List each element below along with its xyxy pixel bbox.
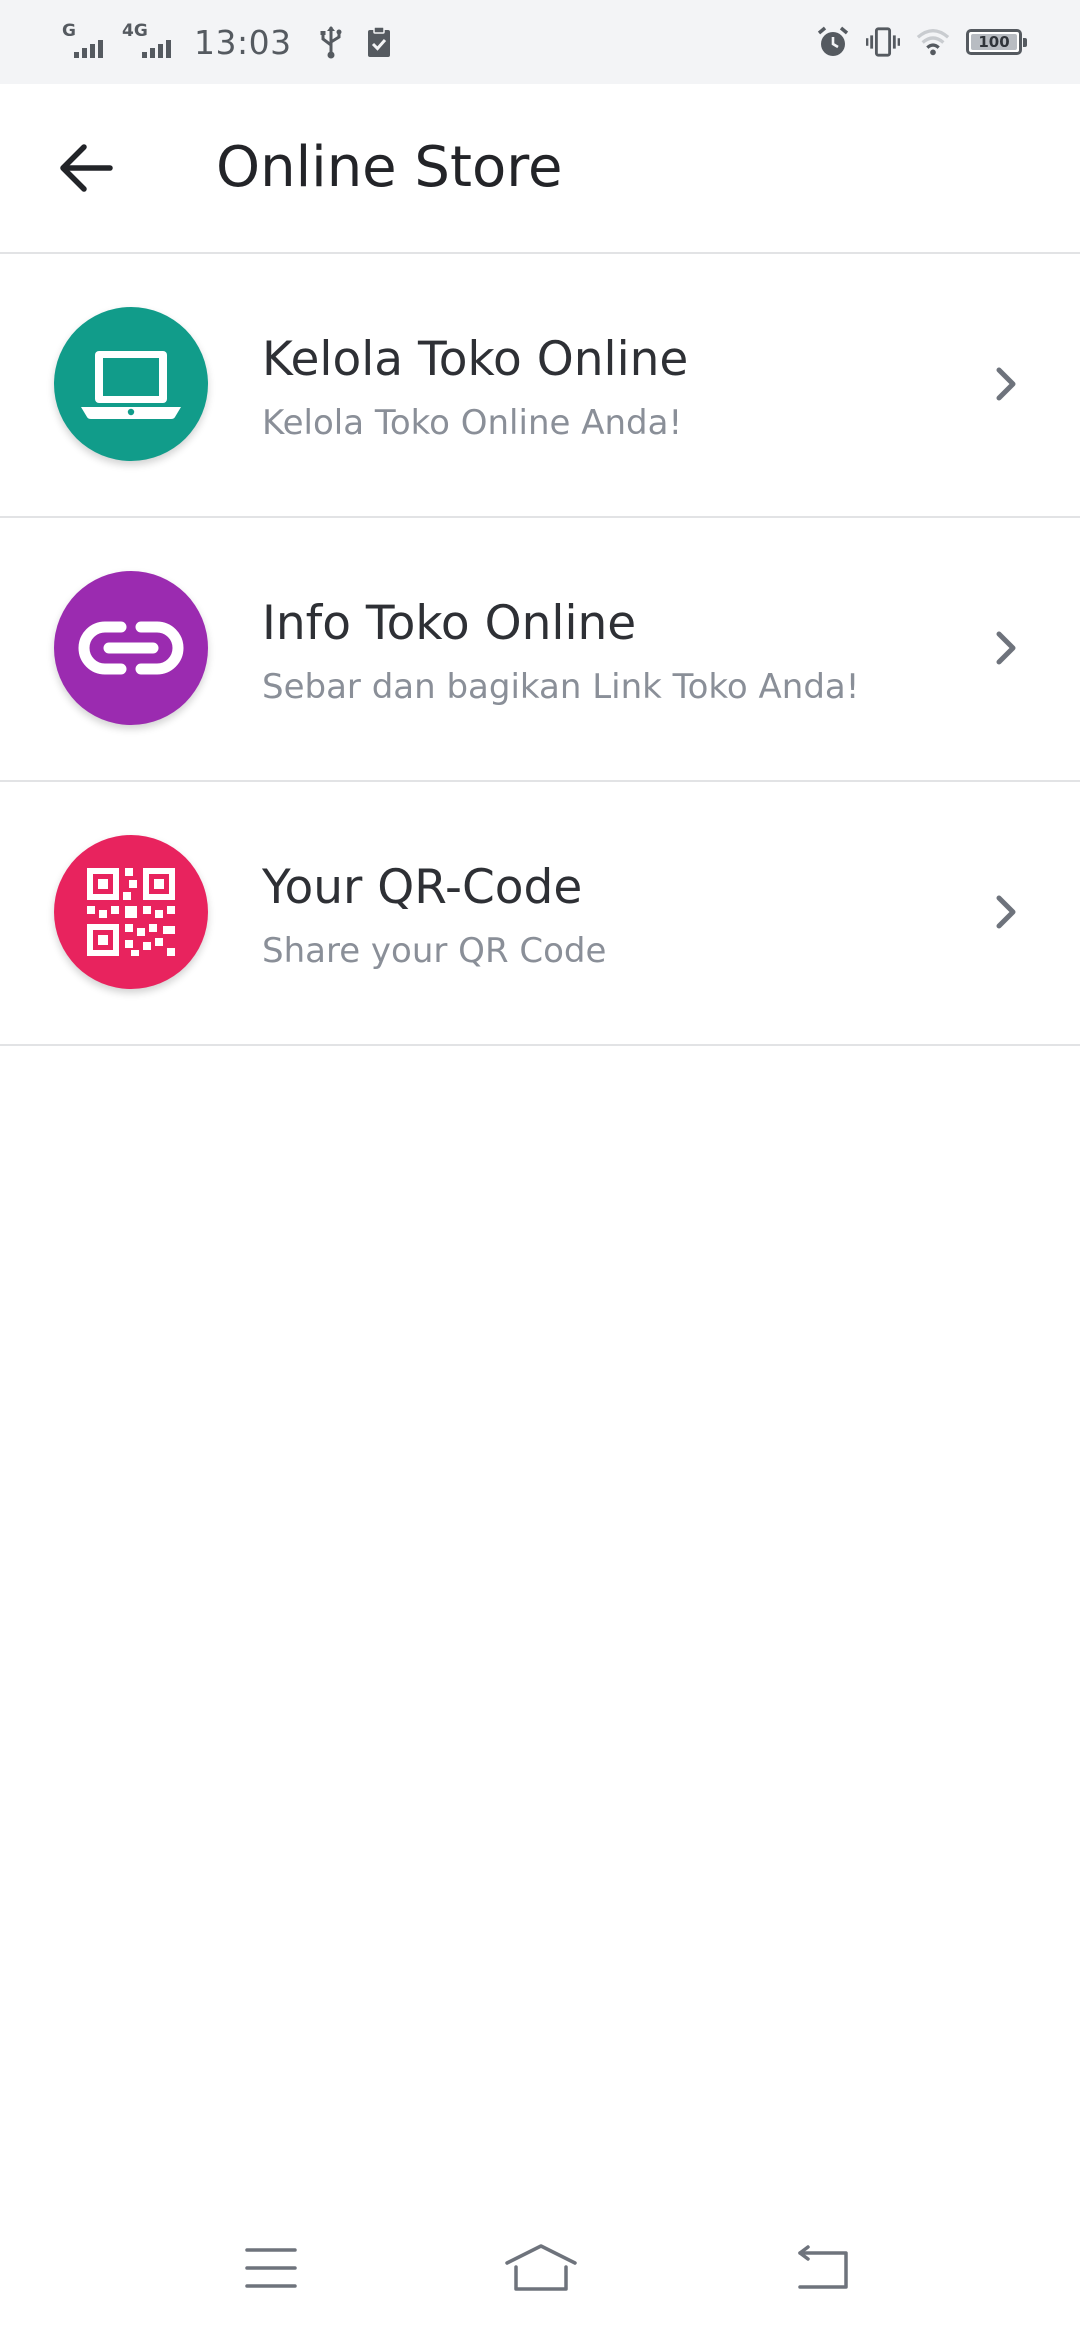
battery-percentage: 100 [978, 33, 1010, 51]
nav-back-button[interactable] [768, 2218, 878, 2318]
chevron-right-icon [976, 618, 1036, 678]
info-toko-icon-circle [54, 571, 208, 725]
screen: G 4G 13:03 100 Online Store Kelola Toko … [0, 0, 1080, 2340]
menu-item-title: Kelola Toko Online [262, 332, 689, 387]
signal-sim1: G [62, 22, 112, 62]
signal-sim2: 4G [122, 22, 180, 62]
menu-item-text: Your QR-Code Share your QR Code [262, 856, 962, 976]
status-bar: G 4G 13:03 100 [0, 0, 1080, 84]
menu-item-kelola-toko-online[interactable]: Kelola Toko Online Kelola Toko Online An… [0, 254, 1080, 518]
qr-code-icon [87, 868, 175, 956]
clipboard-check-icon [362, 22, 396, 62]
menu-item-title: Your QR-Code [262, 860, 583, 915]
signal-bars-icon [74, 40, 106, 58]
menu-list: Kelola Toko Online Kelola Toko Online An… [0, 254, 1080, 1046]
laptop-icon [81, 351, 181, 419]
wifi-icon [916, 22, 950, 62]
qr-code-icon-circle [54, 835, 208, 989]
page-title: Online Store [216, 135, 563, 200]
menu-item-subtitle: Share your QR Code [262, 931, 607, 971]
menu-item-info-toko-online[interactable]: Info Toko Online Sebar dan bagikan Link … [0, 518, 1080, 782]
app-bar: Online Store [0, 84, 1080, 254]
chevron-right-icon [976, 354, 1036, 414]
nav-home-button[interactable] [486, 2218, 596, 2318]
nav-menu-button[interactable] [216, 2218, 326, 2318]
menu-item-text: Info Toko Online Sebar dan bagikan Link … [262, 592, 962, 712]
signal-bars-icon [142, 40, 174, 58]
chevron-right-icon [976, 882, 1036, 942]
vibrate-icon [866, 22, 900, 62]
arrow-left-icon [60, 144, 113, 192]
back-button[interactable] [44, 126, 128, 210]
status-bar-right: 100 [816, 18, 1027, 66]
network-type-2: 4G [122, 21, 148, 41]
status-time: 13:03 [194, 22, 292, 62]
kelola-toko-icon-circle [54, 307, 208, 461]
usb-icon [314, 22, 348, 62]
back-icon [798, 2245, 848, 2289]
menu-icon [245, 2248, 297, 2288]
menu-item-subtitle: Sebar dan bagikan Link Toko Anda! [262, 667, 860, 707]
status-bar-left: G 4G 13:03 [62, 18, 410, 66]
system-nav-bar [0, 2200, 1080, 2340]
menu-item-title: Info Toko Online [262, 596, 637, 651]
menu-item-your-qr-code[interactable]: Your QR-Code Share your QR Code [0, 782, 1080, 1046]
menu-item-text: Kelola Toko Online Kelola Toko Online An… [262, 328, 962, 448]
alarm-icon [816, 22, 850, 62]
home-icon [505, 2244, 577, 2291]
link-icon [78, 621, 184, 675]
network-type-1: G [62, 21, 76, 41]
battery-icon: 100 [966, 29, 1027, 55]
menu-item-subtitle: Kelola Toko Online Anda! [262, 403, 683, 443]
